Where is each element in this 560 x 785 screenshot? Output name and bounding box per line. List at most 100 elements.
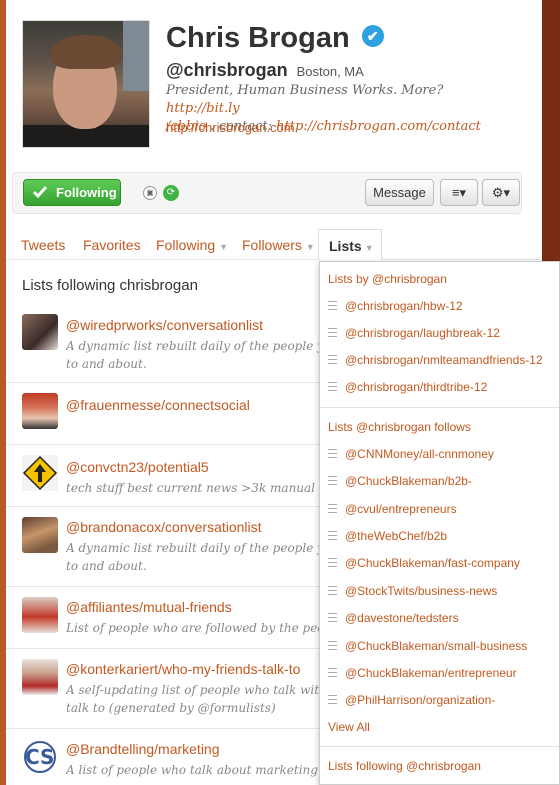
dropdown-list-item[interactable]: @cvul/entrepreneurs (328, 502, 457, 516)
list-item-desc: to and about. (66, 357, 147, 371)
verified-badge-icon: ✔ (361, 25, 384, 48)
list-item-desc: A list of people who talk about marketin… (66, 763, 326, 777)
dropdown-list-item[interactable]: @chrisbrogan/thirdtribe-12 (328, 380, 487, 394)
dropdown-divider (320, 746, 559, 747)
dropdown-list-item[interactable]: @StockTwits/business-news (328, 584, 497, 598)
refresh-icon[interactable]: ⟳ (163, 185, 179, 201)
dropdown-heading-lists-follows[interactable]: Lists @chrisbrogan follows (328, 420, 471, 434)
dropdown-list-item[interactable]: @ChuckBlakeman/entrepreneur (328, 666, 517, 680)
following-button[interactable]: Following (23, 179, 121, 206)
dropdown-list-label: @ChuckBlakeman/b2b- (345, 474, 472, 488)
list-icon (328, 504, 337, 513)
device-icon[interactable]: ▣ (143, 186, 157, 200)
list-icon (328, 695, 337, 704)
list-item-avatar (22, 517, 58, 553)
list-icon (328, 613, 337, 622)
list-item-title[interactable]: @konterkariert/who-my-friends-talk-to (66, 661, 300, 677)
dropdown-list-item[interactable]: @ChuckBlakeman/small-business (328, 639, 527, 653)
list-icon (328, 641, 337, 650)
list-item-title[interactable]: @frauenmesse/connectsocial (66, 397, 250, 413)
list-item-desc: talk to (generated by @formulists) (66, 701, 276, 715)
bio-text: President, Human Business Works. More? (166, 83, 444, 98)
dropdown-list-item[interactable]: @PhilHarrison/organization- (328, 693, 495, 707)
dropdown-list-label: @chrisbrogan/hbw-12 (345, 299, 463, 313)
tab-followers-label: Followers (242, 237, 302, 253)
list-item-avatar (22, 659, 58, 695)
profile-location: Boston, MA (296, 64, 364, 79)
dropdown-heading-lists-by[interactable]: Lists by @chrisbrogan (328, 272, 447, 286)
tab-following[interactable]: Following ▼ (156, 237, 228, 253)
dropdown-list-item[interactable]: @chrisbrogan/nmlteamandfriends-12 (328, 353, 543, 367)
profile-url[interactable]: http://chrisbrogan.com (166, 120, 295, 135)
dropdown-list-label: @davestone/tedsters (345, 611, 459, 625)
list-item-desc: to and about. (66, 559, 147, 573)
list-item-avatar (22, 314, 58, 350)
list-item-desc: List of people who are followed by the p… (66, 621, 326, 635)
list-icon (328, 558, 337, 567)
view-all-link[interactable]: View All (328, 720, 370, 734)
bio-link-contact[interactable]: http://chrisbrogan.com/contact (276, 119, 481, 134)
tab-following-label: Following (156, 237, 216, 253)
svg-text:CS: CS (25, 745, 54, 769)
tab-favorites[interactable]: Favorites (83, 237, 141, 253)
list-item-avatar (22, 597, 58, 633)
list-item-title[interactable]: @convctn23/potential5 (66, 459, 209, 475)
following-button-label: Following (56, 185, 117, 200)
list-icon (328, 586, 337, 595)
dropdown-list-label: @chrisbrogan/laughbreak-12 (345, 326, 500, 340)
list-item-title[interactable]: @brandonacox/conversationlist (66, 519, 262, 535)
list-item-desc: A self-updating list of people who talk … (66, 683, 326, 697)
brandtelling-logo-icon: CS (22, 739, 58, 775)
profile-actions-bar: Following ▣ ⟳ Message ≡▾ ⚙▾ (12, 172, 522, 214)
tab-tweets[interactable]: Tweets (21, 237, 65, 253)
profile-name: Chris Brogan ✔ (166, 22, 384, 55)
lists-following-link[interactable]: Lists following @chrisbrogan (328, 759, 481, 773)
dropdown-list-label: @ChuckBlakeman/fast-company (345, 556, 520, 570)
profile-handle: @chrisbrogan (166, 60, 288, 80)
list-item-title[interactable]: @affiliantes/mutual-friends (66, 599, 232, 615)
caret-down-icon: ▼ (305, 242, 315, 252)
list-icon (328, 355, 337, 364)
tab-followers[interactable]: Followers ▼ (242, 237, 315, 253)
checkmark-icon (32, 186, 48, 199)
profile-tabs: Tweets Favorites Following ▼ Followers ▼ L… (6, 225, 542, 261)
dropdown-list-label: @chrisbrogan/nmlteamandfriends-12 (345, 353, 543, 367)
profile-header: Chris Brogan ✔ @chrisbrogan Boston, MA P… (6, 0, 542, 218)
list-icon (328, 668, 337, 677)
tab-tweets-label: Tweets (21, 237, 66, 253)
section-title: Lists following chrisbrogan (22, 277, 198, 294)
dropdown-list-item[interactable]: @chrisbrogan/hbw-12 (328, 299, 463, 313)
list-icon (328, 449, 337, 458)
dropdown-list-item[interactable]: @chrisbrogan/laughbreak-12 (328, 326, 500, 340)
list-icon (328, 328, 337, 337)
caret-down-icon: ▼ (364, 243, 374, 253)
list-icon (328, 476, 337, 485)
list-item-desc: tech stuff best current news >3k manual … (66, 481, 326, 495)
dropdown-list-item[interactable]: @davestone/tedsters (328, 611, 459, 625)
dropdown-list-item[interactable]: @ChuckBlakeman/b2b- (328, 474, 472, 488)
dropdown-list-label: @ChuckBlakeman/entrepreneur (345, 666, 517, 680)
tab-favorites-label: Favorites (83, 237, 141, 253)
list-item-title[interactable]: @wiredprworks/conversationlist (66, 317, 263, 333)
avatar-background-shelf (123, 21, 149, 91)
tab-lists[interactable]: Lists ▼ (318, 229, 382, 261)
dropdown-list-item[interactable]: @CNNMoney/all-cnnmoney (328, 447, 494, 461)
list-icon (328, 382, 337, 391)
profile-avatar[interactable] (22, 20, 150, 148)
bio-link-bitly[interactable]: http://bit.ly (166, 101, 240, 116)
dropdown-list-item[interactable]: @ChuckBlakeman/fast-company (328, 556, 520, 570)
list-item-avatar (22, 393, 58, 429)
profile-handle-line: @chrisbrogan Boston, MA (166, 60, 364, 81)
dropdown-list-label: @chrisbrogan/thirdtribe-12 (345, 380, 488, 394)
avatar-hair (51, 35, 121, 69)
tab-lists-label: Lists (329, 238, 362, 254)
dropdown-list-label: @CNNMoney/all-cnnmoney (345, 447, 494, 461)
dropdown-list-label: @ChuckBlakeman/small-business (345, 639, 528, 653)
list-menu-button[interactable]: ≡▾ (440, 179, 478, 206)
list-item-desc: A dynamic list rebuilt daily of the peop… (66, 541, 326, 555)
message-button[interactable]: Message (365, 179, 434, 206)
dropdown-list-item[interactable]: @theWebChef/b2b (328, 529, 447, 543)
list-item-title[interactable]: @Brandtelling/marketing (66, 741, 220, 757)
list-icon (328, 301, 337, 310)
gear-icon[interactable]: ⚙▾ (482, 179, 520, 206)
